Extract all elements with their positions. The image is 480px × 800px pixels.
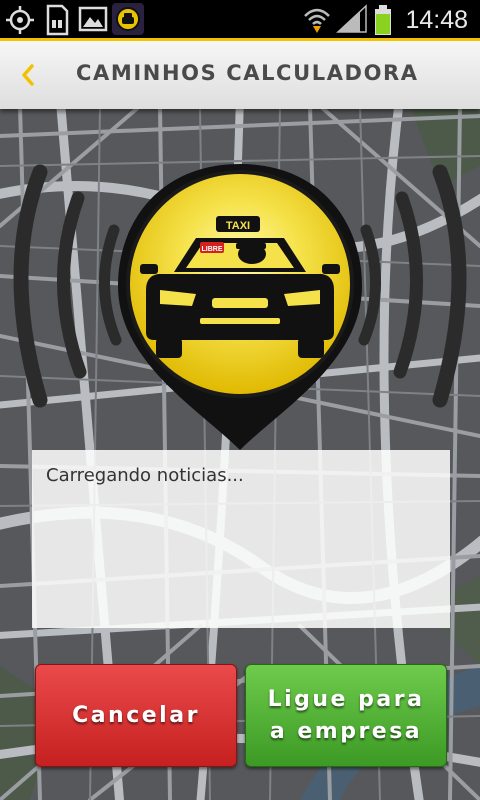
- taxi-signal-logo: TAXI LIBRE: [0, 150, 480, 460]
- call-button-label-line2: a empresa: [269, 718, 423, 744]
- cancel-button-label: Cancelar: [72, 702, 200, 728]
- battery-icon: [374, 4, 392, 41]
- status-bar: 14:48: [0, 0, 480, 38]
- wifi-icon: [303, 4, 331, 39]
- news-panel: Carregando noticias...: [32, 450, 450, 628]
- sd-card-icon: [44, 4, 70, 41]
- news-loading-text: Carregando noticias...: [46, 465, 244, 486]
- libre-badge: LIBRE: [202, 246, 223, 253]
- back-button[interactable]: [8, 53, 48, 97]
- cancel-button[interactable]: Cancelar: [35, 664, 237, 767]
- signal-icon: [336, 4, 368, 39]
- gps-icon: [4, 4, 36, 41]
- page-title: CAMINHOS CALCULADORA: [76, 61, 419, 85]
- call-company-button[interactable]: Ligue para a empresa: [245, 664, 447, 767]
- taxi-app-notification-icon: [112, 3, 144, 40]
- taxi-sign: TAXI: [226, 220, 250, 232]
- chevron-left-icon: [8, 64, 48, 101]
- gallery-icon: [78, 4, 108, 39]
- call-button-label-line1: Ligue para: [267, 686, 425, 712]
- app-header: CAMINHOS CALCULADORA: [0, 38, 480, 109]
- clock: 14:48: [405, 6, 468, 34]
